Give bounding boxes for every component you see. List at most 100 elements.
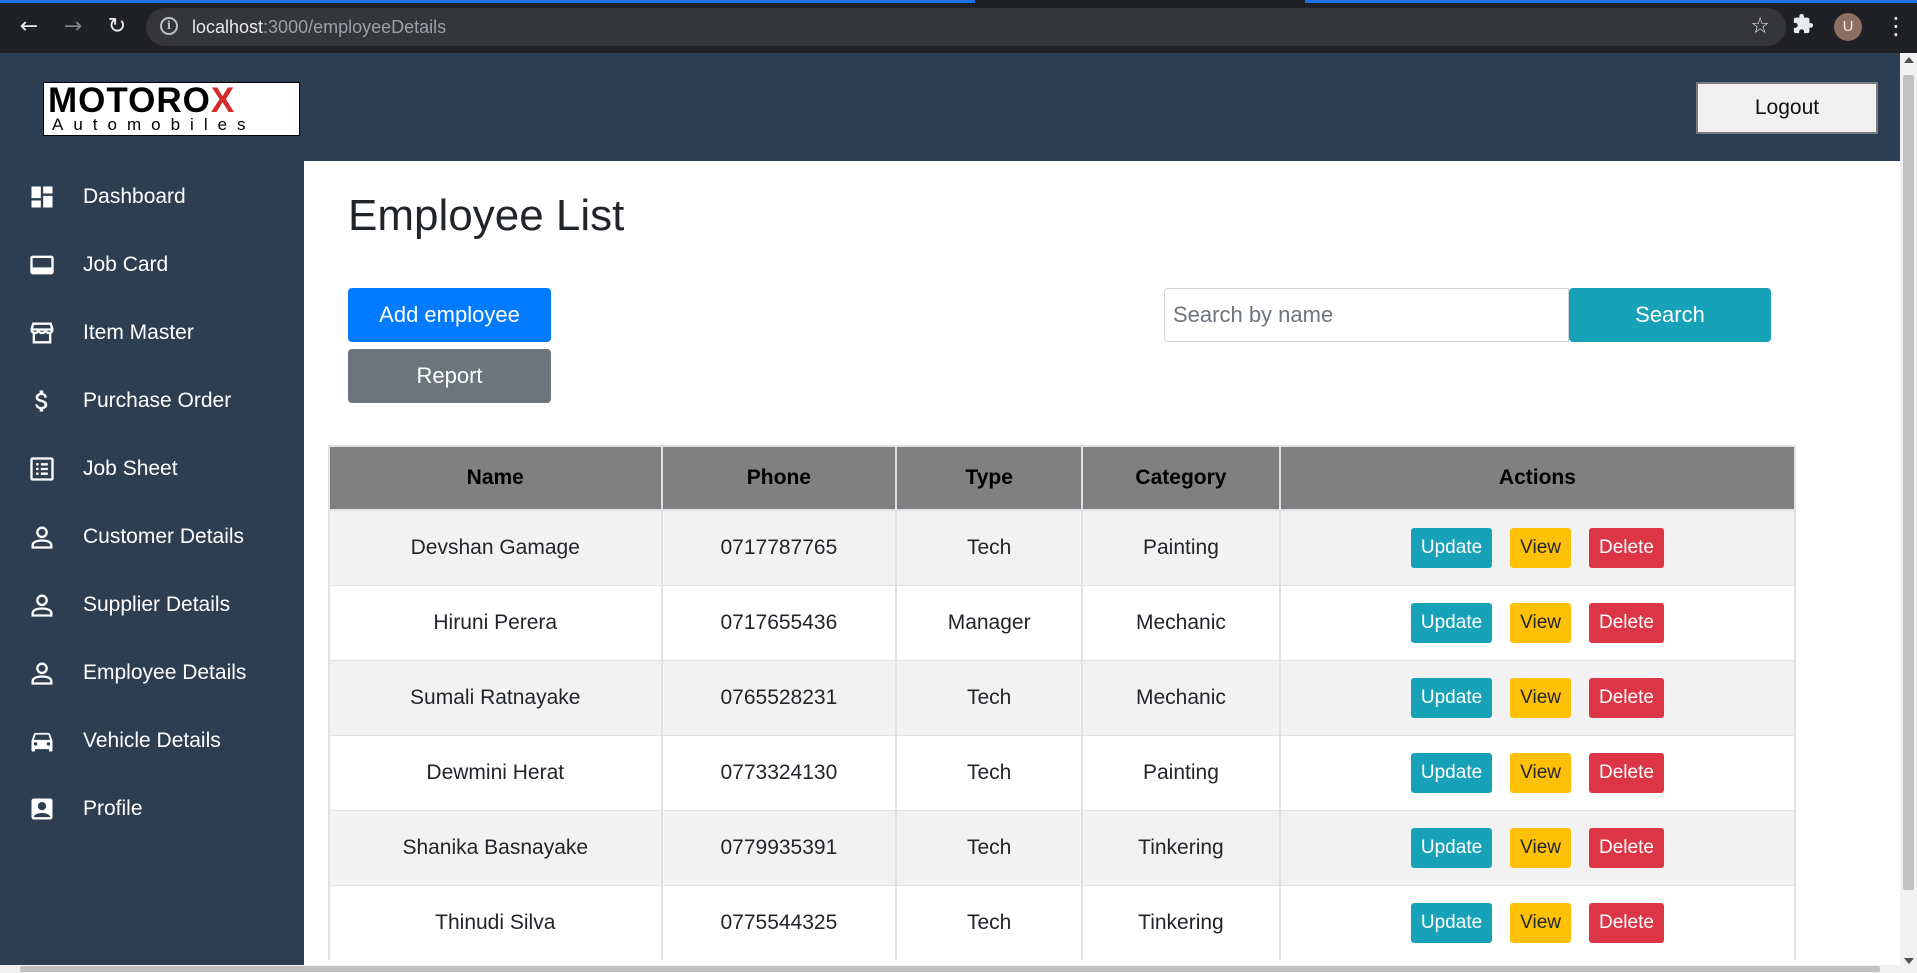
browser-menu-icon[interactable]: ⋮	[1884, 11, 1908, 41]
view-button[interactable]: View	[1510, 827, 1572, 868]
view-button[interactable]: View	[1510, 527, 1572, 568]
update-button[interactable]: Update	[1410, 602, 1493, 643]
report-button[interactable]: Report	[348, 349, 551, 403]
update-button[interactable]: Update	[1410, 527, 1493, 568]
sidebar-item-job-sheet[interactable]: Job Sheet	[0, 443, 304, 495]
sidebar-item-label: Customer Details	[83, 525, 245, 548]
sidebar-item-label: Dashboard	[83, 185, 186, 208]
column-header-type: Type	[895, 445, 1084, 511]
cell-type: Tech	[895, 884, 1084, 960]
delete-button[interactable]: Delete	[1589, 527, 1664, 568]
cell-actions: Update View Delete	[1278, 659, 1797, 735]
reload-icon[interactable]: ↻	[102, 12, 132, 42]
cell-phone: 0773324130	[660, 734, 898, 810]
update-button[interactable]: Update	[1410, 902, 1493, 943]
cell-category: Painting	[1081, 734, 1281, 810]
scroll-down-arrow-icon[interactable]	[1904, 958, 1914, 964]
address-url[interactable]: localhost:3000/employeeDetails	[192, 17, 446, 38]
extensions-puzzle-icon[interactable]	[1792, 13, 1814, 41]
cell-name: Dewmini Herat	[328, 734, 663, 810]
sidebar-item-employee-details[interactable]: Employee Details	[0, 647, 304, 699]
cell-type: Tech	[895, 809, 1084, 885]
cell-type: Tech	[895, 659, 1084, 735]
view-button[interactable]: View	[1510, 752, 1572, 793]
profile-avatar[interactable]: U	[1834, 13, 1862, 41]
cell-actions: Update View Delete	[1278, 884, 1797, 960]
table-row: Dewmini Herat 0773324130 Tech Painting U…	[328, 734, 1797, 810]
info-icon[interactable]: i	[160, 17, 178, 35]
update-button[interactable]: Update	[1410, 677, 1493, 718]
sidebar-item-profile[interactable]: Profile	[0, 783, 304, 835]
sidebar-item-dashboard[interactable]: Dashboard	[0, 171, 304, 223]
cell-type: Tech	[895, 509, 1084, 585]
logo-brand: MOTOROX	[48, 81, 236, 120]
store-icon	[28, 319, 56, 347]
list-icon	[28, 455, 56, 483]
employee-table: Name Phone Type Category Actions Devshan…	[328, 445, 1797, 960]
tab-strip-indicator	[0, 0, 1917, 3]
sidebar-item-label: Employee Details	[83, 661, 247, 684]
sidebar-item-job-card[interactable]: Job Card	[0, 239, 304, 291]
delete-button[interactable]: Delete	[1589, 602, 1664, 643]
sidebar-item-item-master[interactable]: Item Master	[0, 307, 304, 359]
delete-button[interactable]: Delete	[1589, 902, 1664, 943]
vertical-scrollbar[interactable]	[1900, 53, 1917, 973]
sidebar-item-customer-details[interactable]: Customer Details	[0, 511, 304, 563]
sidebar-item-label: Purchase Order	[83, 389, 232, 412]
column-header-actions: Actions	[1278, 445, 1797, 511]
view-button[interactable]: View	[1510, 902, 1572, 943]
logout-button[interactable]: Logout	[1696, 82, 1878, 134]
sidebar-item-label: Job Card	[83, 253, 169, 276]
scrollbar-thumb[interactable]	[1903, 75, 1914, 890]
cell-actions: Update View Delete	[1278, 809, 1797, 885]
table-row: Hiruni Perera 0717655436 Manager Mechani…	[328, 584, 1797, 660]
scroll-up-arrow-icon[interactable]	[1904, 57, 1914, 63]
update-button[interactable]: Update	[1410, 752, 1493, 793]
sidebar-item-vehicle-details[interactable]: Vehicle Details	[0, 715, 304, 767]
person-icon	[28, 523, 56, 551]
main-content: Employee List Add employee Report Search…	[304, 161, 1900, 973]
cell-phone: 0765528231	[660, 659, 898, 735]
sidebar-item-supplier-details[interactable]: Supplier Details	[0, 579, 304, 631]
cell-category: Tinkering	[1081, 884, 1281, 960]
cell-type: Tech	[895, 734, 1084, 810]
forward-arrow-icon[interactable]: →	[58, 12, 88, 42]
sidebar-item-label: Profile	[83, 797, 143, 820]
delete-button[interactable]: Delete	[1589, 677, 1664, 718]
cell-phone: 0717787765	[660, 509, 898, 585]
cell-actions: Update View Delete	[1278, 584, 1797, 660]
cell-category: Painting	[1081, 509, 1281, 585]
add-employee-button[interactable]: Add employee	[348, 288, 551, 342]
sidebar-item-label: Supplier Details	[83, 593, 231, 616]
logo-subtitle: Automobiles	[52, 115, 256, 134]
sidebar-item-label: Job Sheet	[83, 457, 178, 480]
horizontal-scrollbar[interactable]	[0, 965, 1900, 973]
table-row: Sumali Ratnayake 0765528231 Tech Mechani…	[328, 659, 1797, 735]
sidebar: Dashboard Job Card Item Master Purchase …	[0, 161, 304, 973]
address-bar[interactable]: i localhost:3000/employeeDetails ☆	[146, 8, 1786, 46]
table-row: Shanika Basnayake 0779935391 Tech Tinker…	[328, 809, 1797, 885]
card-icon	[28, 251, 56, 279]
sidebar-item-label: Item Master	[83, 321, 194, 344]
column-header-category: Category	[1081, 445, 1281, 511]
page-title: Employee List	[348, 191, 625, 240]
cell-category: Tinkering	[1081, 809, 1281, 885]
view-button[interactable]: View	[1510, 602, 1572, 643]
search-input[interactable]	[1164, 288, 1569, 342]
cell-type: Manager	[895, 584, 1084, 660]
cell-actions: Update View Delete	[1278, 734, 1797, 810]
update-button[interactable]: Update	[1410, 827, 1493, 868]
view-button[interactable]: View	[1510, 677, 1572, 718]
sidebar-item-purchase-order[interactable]: Purchase Order	[0, 375, 304, 427]
person-icon	[28, 591, 56, 619]
back-arrow-icon[interactable]: ←	[14, 12, 44, 42]
delete-button[interactable]: Delete	[1589, 827, 1664, 868]
bookmark-star-icon[interactable]: ☆	[1750, 14, 1770, 39]
cell-name: Shanika Basnayake	[328, 809, 663, 885]
delete-button[interactable]: Delete	[1589, 752, 1664, 793]
search-button[interactable]: Search	[1569, 288, 1771, 342]
scrollbar-thumb[interactable]	[20, 966, 1880, 972]
profile-icon	[28, 795, 56, 823]
cell-category: Mechanic	[1081, 584, 1281, 660]
cell-category: Mechanic	[1081, 659, 1281, 735]
